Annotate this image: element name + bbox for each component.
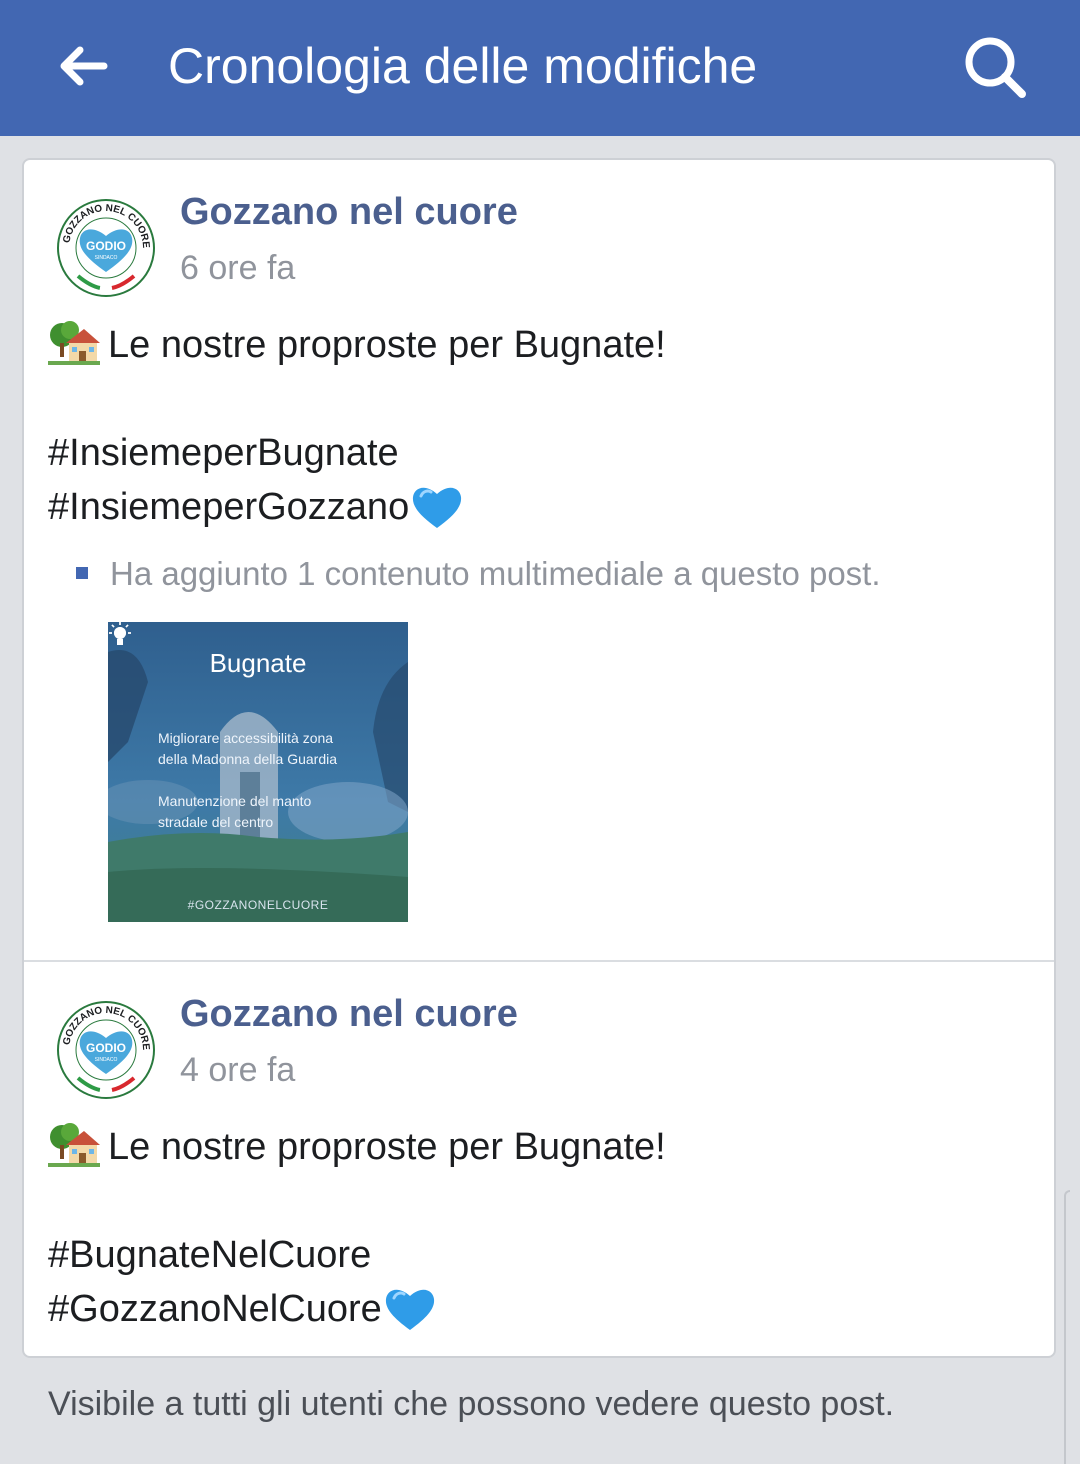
back-button[interactable] (52, 38, 116, 94)
search-icon (965, 37, 1026, 98)
blue-heart-emoji (385, 1289, 434, 1330)
bullet-icon (76, 567, 88, 579)
post-message: Le nostre proproste per Bugnate! #Bugnat… (48, 1120, 1028, 1336)
author-name[interactable]: Gozzano nel cuore (180, 990, 518, 1038)
media-tag: #GOZZANONELCUORE (187, 898, 329, 912)
media-title: Bugnate (209, 648, 307, 678)
page-title: Cronologia delle modifiche (168, 38, 758, 94)
timestamp: 4 ore fa (180, 1051, 296, 1089)
edit-entry: GOZZANO NEL CUORE GODIO SINDACO Gozzano … (24, 962, 1054, 1358)
scroll-edge (1064, 1190, 1070, 1464)
change-note-text: Ha aggiunto 1 contenuto multimediale a q… (110, 555, 881, 592)
svg-text:GODIO: GODIO (86, 1041, 126, 1055)
media-bullet: Migliorare accessibilità zona della Mado… (158, 730, 338, 767)
svg-text:GODIO: GODIO (86, 239, 126, 253)
hashtag[interactable]: #InsiemeperBugnate (48, 432, 399, 474)
message-line: Le nostre proproste per Bugnate! (108, 1126, 666, 1168)
hashtag[interactable]: #GozzanoNelCuore (48, 1288, 382, 1330)
avatar[interactable]: GOZZANO NEL CUORE GODIO SINDACO (56, 1000, 156, 1100)
app-bar: Cronologia delle modifiche (0, 0, 1080, 136)
arrow-left-icon (60, 46, 108, 86)
hashtag[interactable]: #BugnateNelCuore (48, 1234, 371, 1276)
post-message: Le nostre proproste per Bugnate! #Insiem… (48, 318, 1028, 534)
avatar[interactable]: GOZZANO NEL CUORE GODIO SINDACO (56, 198, 156, 298)
svg-text:SINDACO: SINDACO (95, 1057, 118, 1063)
blue-heart-emoji (413, 487, 462, 528)
edit-history-card: GOZZANO NEL CUORE GODIO SINDACO Gozzano … (22, 158, 1056, 1358)
change-note: Ha aggiunto 1 contenuto multimediale a q… (76, 552, 881, 596)
edit-entry: GOZZANO NEL CUORE GODIO SINDACO Gozzano … (24, 160, 1054, 960)
timestamp: 6 ore fa (180, 249, 296, 287)
message-line: Le nostre proproste per Bugnate! (108, 324, 666, 366)
lightbulb-icon (109, 622, 131, 645)
media-thumbnail[interactable]: Bugnate Migliorare accessibilità zona de… (108, 622, 408, 922)
media-overlay: Bugnate Migliorare accessibilità zona de… (108, 622, 408, 922)
visibility-note: Visibile a tutti gli utenti che possono … (48, 1385, 895, 1423)
house-with-garden-emoji (48, 320, 100, 365)
svg-text:SINDACO: SINDACO (95, 255, 118, 261)
search-button[interactable] (960, 32, 1030, 102)
media-bullet: Manutenzione del manto stradale del cent… (158, 793, 312, 830)
house-with-garden-emoji (48, 1122, 100, 1167)
author-name[interactable]: Gozzano nel cuore (180, 188, 518, 236)
hashtag[interactable]: #InsiemeperGozzano (48, 486, 409, 528)
